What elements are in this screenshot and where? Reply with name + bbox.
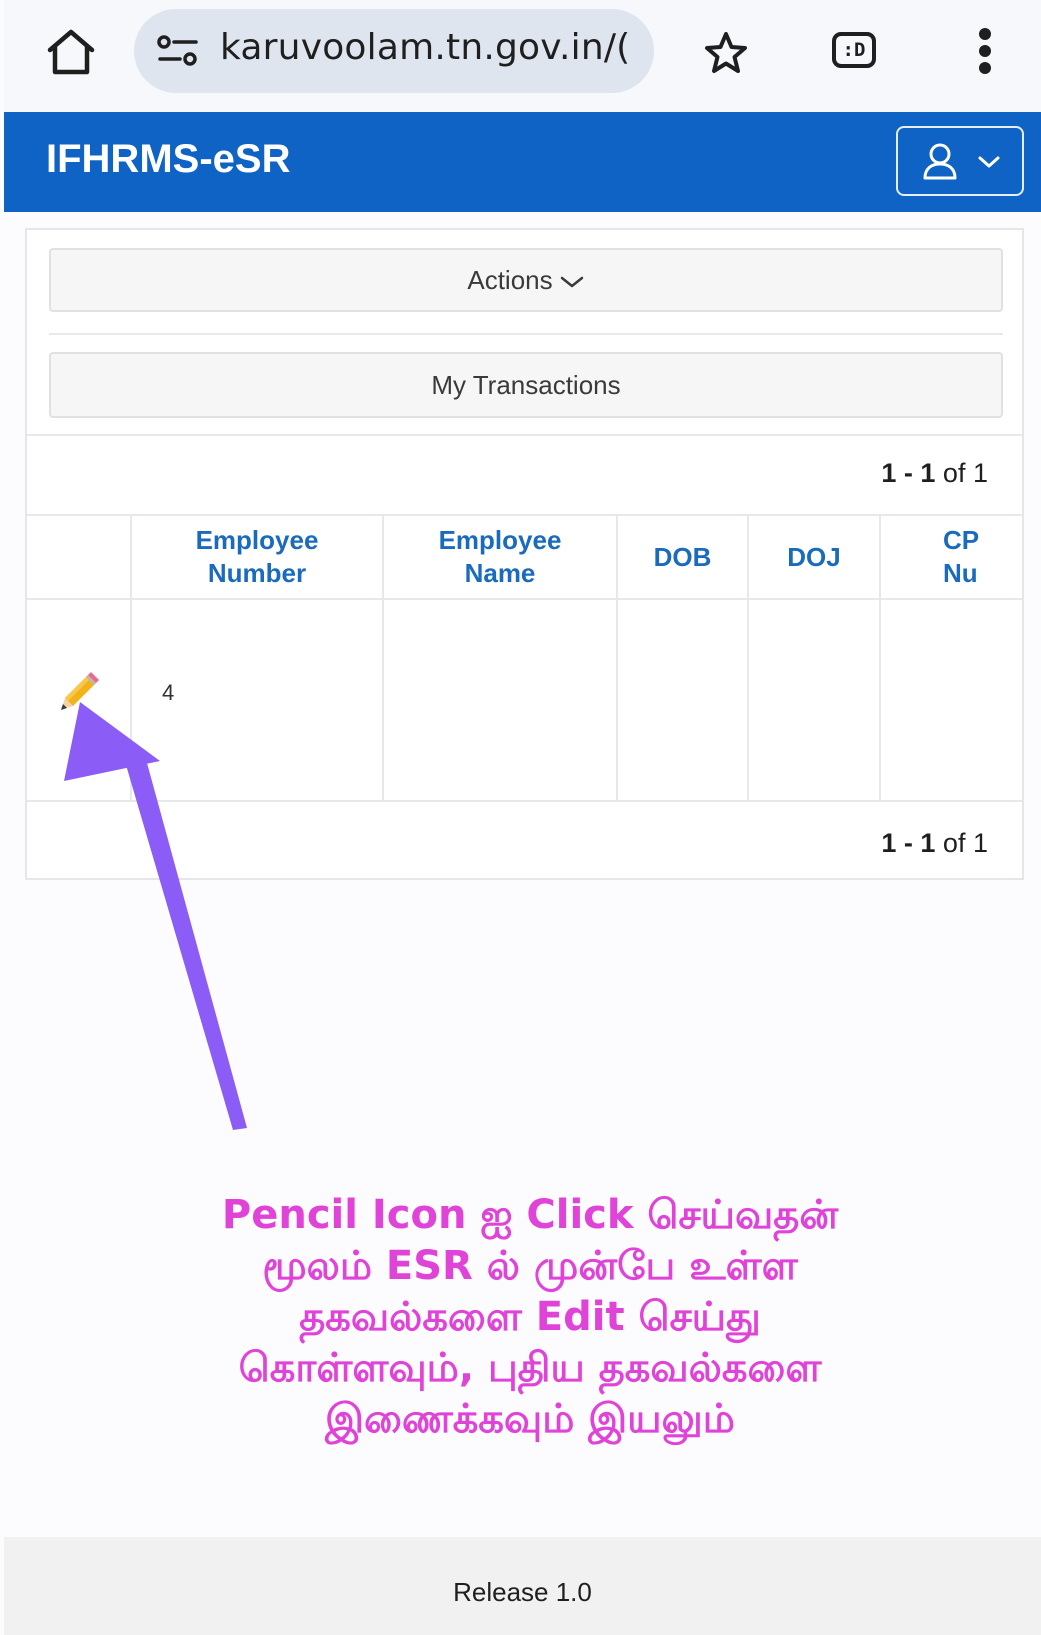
annotation-line: மூலம் ESR ல் முன்பே உள்ள xyxy=(262,1243,798,1289)
browser-menu-icon[interactable] xyxy=(970,26,1000,76)
table-row: 4 xyxy=(27,598,1022,802)
pagination-total: 1 xyxy=(972,458,988,488)
footer: Release 1.0 xyxy=(4,1537,1041,1635)
column-header-edit xyxy=(27,514,132,600)
pagination-bottom: 1 - 1 of 1 xyxy=(881,828,988,859)
employee-number-cell: 4 xyxy=(130,598,384,802)
pencil-icon[interactable] xyxy=(57,670,101,714)
my-transactions-label: My Transactions xyxy=(431,370,621,400)
address-bar[interactable]: karuvoolam.tn.gov.in/( xyxy=(134,9,654,93)
my-transactions-button[interactable]: My Transactions xyxy=(49,352,1003,418)
url-text: karuvoolam.tn.gov.in/( xyxy=(220,27,630,68)
doj-cell xyxy=(747,598,881,802)
release-version: Release 1.0 xyxy=(453,1577,592,1607)
column-header-cp-number[interactable]: CP Nu xyxy=(879,514,1022,600)
actions-label: Actions xyxy=(467,265,553,295)
edit-cell xyxy=(27,598,132,802)
divider xyxy=(49,333,1003,335)
user-icon xyxy=(923,143,1000,180)
pagination-range: 1 - 1 xyxy=(881,458,936,488)
pagination-total: 1 xyxy=(972,828,988,858)
tab-switcher-button[interactable]: :D xyxy=(830,28,882,74)
employee-card: Actions My Transactions 1 - 1 of 1 Emplo… xyxy=(25,228,1024,880)
employee-number-value: 4 xyxy=(162,680,175,705)
browser-toolbar: karuvoolam.tn.gov.in/( :D xyxy=(4,0,1041,112)
user-menu-button[interactable] xyxy=(896,126,1024,196)
column-header-dob[interactable]: DOB xyxy=(616,514,749,600)
pagination-of: of xyxy=(942,828,966,858)
divider xyxy=(27,434,1022,436)
annotation-text: Pencil Icon ஐ Click செய்வதன் மூலம் ESR ல… xyxy=(40,1190,1020,1445)
employee-name-cell xyxy=(382,598,618,802)
bookmark-star-icon[interactable] xyxy=(702,30,750,76)
pagination-top: 1 - 1 of 1 xyxy=(881,458,988,489)
column-header-employee-number[interactable]: Employee Number xyxy=(130,514,384,600)
app-title: IFHRMS-eSR xyxy=(46,137,291,181)
annotation-line: Pencil Icon ஐ Click செய்வதன் xyxy=(221,1192,839,1238)
actions-menu-button[interactable]: Actions xyxy=(49,248,1003,312)
pagination-of: of xyxy=(942,458,966,488)
dob-cell xyxy=(616,598,749,802)
annotation-line: தகவல்களை Edit செய்து xyxy=(299,1294,761,1340)
site-info-icon[interactable] xyxy=(156,33,200,69)
tab-count-label: :D xyxy=(832,32,876,68)
column-header-employee-name[interactable]: Employee Name xyxy=(382,514,618,600)
employee-table: Employee Number Employee Name DOB DOJ CP xyxy=(27,514,1022,806)
pagination-range: 1 - 1 xyxy=(881,828,936,858)
app-header: IFHRMS-eSR xyxy=(4,112,1041,212)
home-icon[interactable] xyxy=(44,28,98,76)
annotation-line: இணைக்கவும் இயலும் xyxy=(325,1396,735,1442)
chevron-down-icon xyxy=(560,276,583,288)
annotation-line: கொள்ளவும், புதிய தகவல்களை xyxy=(238,1345,822,1391)
table-header-row: Employee Number Employee Name DOB DOJ CP xyxy=(27,514,1022,600)
column-header-doj[interactable]: DOJ xyxy=(747,514,881,600)
cp-number-cell xyxy=(879,598,1022,802)
